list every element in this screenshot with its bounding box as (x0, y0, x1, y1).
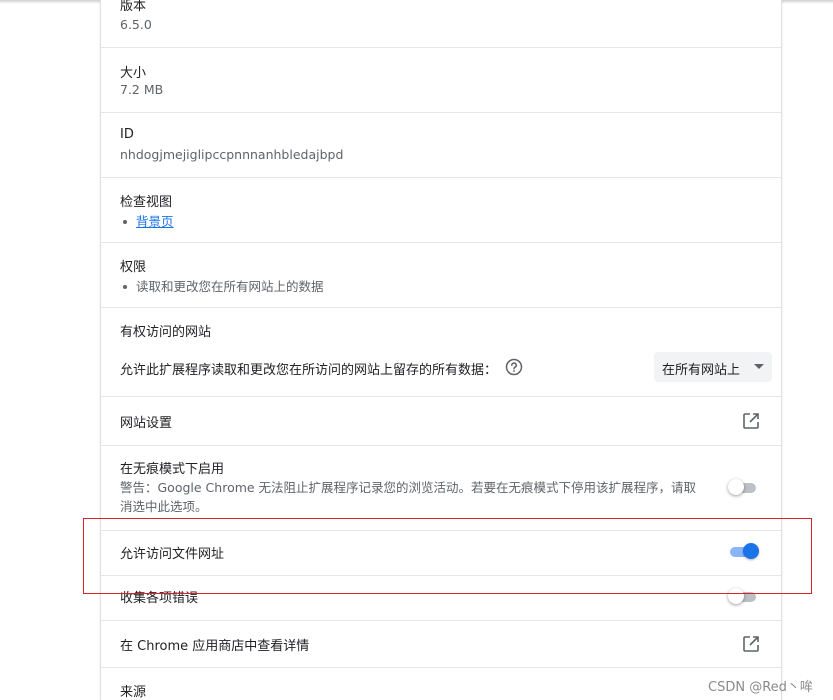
watermark: CSDN @Red丶哞 (708, 680, 813, 695)
incognito-warning: 警告：Google Chrome 无法阻止扩展程序记录您的浏览活动。若要在无痕模… (120, 480, 697, 514)
bullet-icon (123, 284, 127, 289)
collect-errors-row: 收集各项错误 (101, 576, 781, 620)
toggle-knob (728, 588, 744, 604)
version-value: 6.5.0 (120, 17, 152, 32)
background-page-link[interactable]: 背景页 (136, 214, 174, 229)
help-circle-icon[interactable] (505, 358, 523, 376)
site-access-select[interactable]: 在所有网站上 (654, 352, 772, 382)
id-label: ID (120, 127, 134, 142)
collect-errors-label: 收集各项错误 (120, 591, 199, 606)
source-label: 来源 (120, 685, 147, 700)
incognito-toggle[interactable] (728, 479, 758, 497)
open-in-new-icon[interactable] (742, 635, 760, 653)
toggle-knob (743, 543, 759, 559)
site-access-selected: 在所有网站上 (662, 363, 741, 378)
extension-details-card: 版本 6.5.0 大小 7.2 MB ID nhdogjmejiglipccpn… (100, 0, 782, 700)
site-access-description: 允许此扩展程序读取和更改您在所访问的网站上留存的所有数据： (120, 363, 498, 378)
file-urls-row: 允许访问文件网址 (101, 531, 781, 575)
site-settings-row[interactable]: 网站设置 (101, 397, 781, 445)
inspect-views-label: 检查视图 (120, 195, 173, 210)
id-value: nhdogjmejiglipccpnnnanhbledajbpd (120, 147, 344, 162)
inspect-view-item: 背景页 (123, 211, 174, 230)
chevron-down-icon (754, 364, 764, 369)
webstore-label: 在 Chrome 应用商店中查看详情 (120, 639, 310, 654)
site-access-label: 有权访问的网站 (120, 325, 212, 340)
file-urls-toggle[interactable] (728, 543, 759, 561)
size-label: 大小 (120, 66, 147, 81)
permission-item: 读取和更改您在所有网站上的数据 (123, 276, 324, 295)
inspect-views-row: 检查视图 背景页 (101, 178, 781, 242)
permissions-label: 权限 (120, 260, 147, 275)
size-row: 大小 7.2 MB (101, 48, 781, 112)
source-row: 来源 (101, 668, 781, 700)
site-access-row: 有权访问的网站 允许此扩展程序读取和更改您在所访问的网站上留存的所有数据： 在所… (101, 308, 781, 396)
bullet-icon (123, 219, 127, 224)
webstore-row[interactable]: 在 Chrome 应用商店中查看详情 (101, 621, 781, 667)
permissions-row: 权限 读取和更改您在所有网站上的数据 (101, 243, 781, 307)
id-row: ID nhdogjmejiglipccpnnnanhbledajbpd (101, 113, 781, 177)
open-in-new-icon[interactable] (742, 412, 760, 430)
collect-errors-toggle[interactable] (728, 588, 758, 606)
site-settings-label: 网站设置 (120, 416, 173, 431)
incognito-row: 在无痕模式下启用 警告：Google Chrome 无法阻止扩展程序记录您的浏览… (101, 446, 781, 530)
incognito-label: 在无痕模式下启用 (120, 462, 225, 477)
permission-text: 读取和更改您在所有网站上的数据 (136, 279, 324, 294)
version-label: 版本 (120, 0, 147, 14)
file-urls-label: 允许访问文件网址 (120, 547, 225, 562)
size-value: 7.2 MB (120, 82, 164, 97)
version-row: 版本 6.5.0 (101, 0, 781, 47)
toggle-knob (728, 479, 744, 495)
